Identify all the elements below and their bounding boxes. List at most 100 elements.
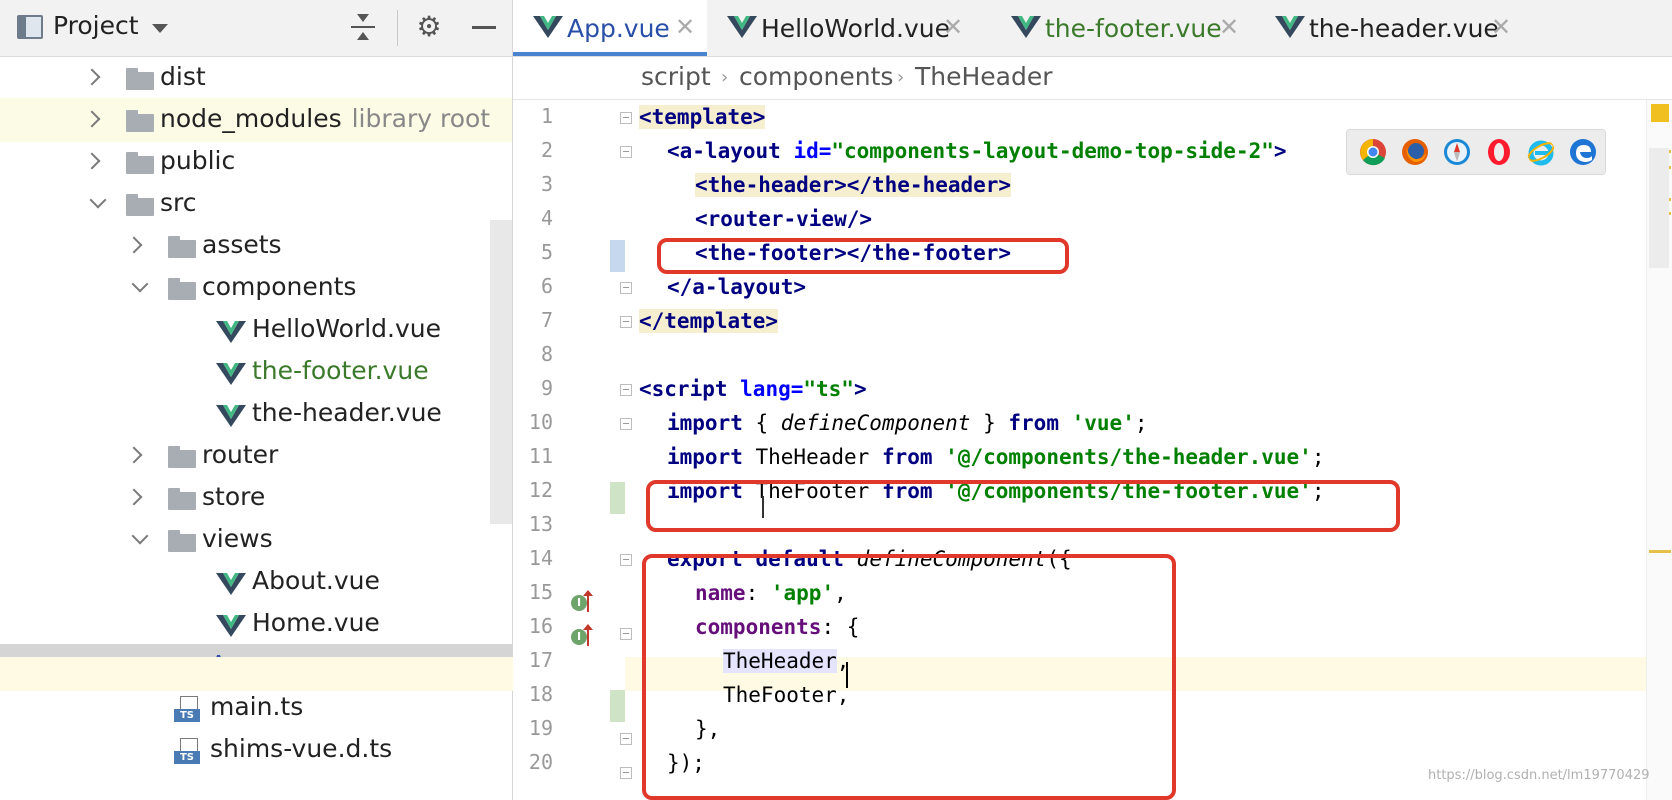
chevron-right-icon[interactable] <box>124 236 144 256</box>
tree-item-label: shims-vue.d.ts <box>210 734 393 763</box>
tree-item-about-vue[interactable]: About.vue <box>0 560 512 604</box>
code-token: lang= <box>740 377 804 401</box>
close-icon[interactable]: ✕ <box>1491 13 1511 41</box>
tree-item-the-header-vue[interactable]: the-header.vue <box>0 392 512 436</box>
chevron-right-icon[interactable] <box>124 488 144 508</box>
tree-item-components[interactable]: components <box>0 266 512 310</box>
code-token: { <box>742 411 781 435</box>
tab-label: the-footer.vue <box>1045 14 1222 43</box>
breadcrumb-item-theheader[interactable]: TheHeader <box>915 62 1053 91</box>
tree-item-router[interactable]: router <box>0 434 512 478</box>
line-number: 11 <box>528 444 553 468</box>
line-number: 7 <box>540 308 553 332</box>
close-icon[interactable]: ✕ <box>675 13 695 41</box>
chevron-down-icon[interactable] <box>88 194 108 214</box>
tree-item-helloworld-vue[interactable]: HelloWorld.vue <box>0 308 512 352</box>
tree-item-label: About.vue <box>252 566 380 595</box>
implements-icon[interactable]: I <box>571 595 587 611</box>
code-token: } <box>970 411 1009 435</box>
tab-app-vue[interactable]: App.vue ✕ <box>513 0 707 56</box>
tree-item-home-vue[interactable]: Home.vue <box>0 602 512 646</box>
chevron-right-icon: › <box>897 67 905 88</box>
chevron-right-icon[interactable] <box>82 152 102 172</box>
tree-item-label: node_modules <box>160 104 342 133</box>
editor-tab-bar: App.vue ✕ HelloWorld.vue ✕ the-footer.vu… <box>513 0 1672 57</box>
editor-scrollbar[interactable] <box>1646 100 1672 800</box>
tab-the-header-vue[interactable]: the-header.vue ✕ <box>1265 0 1525 56</box>
code-line-6: </a-layout> <box>667 270 806 304</box>
code-token: '@/components/the-header.vue' <box>945 445 1312 469</box>
tree-item-node-modules[interactable]: node_modules library root <box>0 98 512 142</box>
code-token: ; <box>1311 445 1325 469</box>
folder-icon <box>168 236 198 258</box>
chevron-down-icon[interactable] <box>130 530 150 550</box>
tree-item-label: dist <box>160 62 206 91</box>
tree-item-label: src <box>160 188 197 217</box>
implements-icon[interactable]: I <box>571 629 587 645</box>
project-scrollbar[interactable] <box>490 220 512 524</box>
close-icon[interactable]: ✕ <box>943 13 963 41</box>
chevron-right-icon[interactable] <box>82 110 102 130</box>
error-stripe-marker[interactable] <box>1649 550 1671 553</box>
line-number: 3 <box>540 172 553 196</box>
typescript-file-icon: TS <box>174 738 204 766</box>
chevron-right-icon[interactable] <box>82 68 102 88</box>
breadcrumb-item-script[interactable]: script <box>641 62 711 91</box>
minimize-icon[interactable] <box>470 12 500 42</box>
toolbar-divider <box>397 10 398 46</box>
code-line-9: <script lang="ts"> <box>639 372 867 406</box>
chevron-down-icon[interactable] <box>130 278 150 298</box>
inspection-status-icon[interactable] <box>1651 104 1669 122</box>
vue-file-icon <box>216 363 246 385</box>
tree-item-src[interactable]: src <box>0 182 512 226</box>
code-token: "components-layout-demo-top-side-2" <box>831 139 1274 163</box>
breadcrumb-item-components[interactable]: components <box>739 62 893 91</box>
chevron-down-icon[interactable] <box>152 24 168 33</box>
vcs-modified-marker[interactable] <box>610 240 625 272</box>
tree-item-shims-vue-d-ts[interactable]: TS shims-vue.d.ts <box>0 728 512 772</box>
line-number: 5 <box>540 240 553 264</box>
ie-icon[interactable] <box>1527 138 1555 166</box>
annotation-box-import-footer <box>646 480 1400 532</box>
code-line-3: <the-header></the-header> <box>695 168 1012 202</box>
tree-item-main-ts[interactable]: TS main.ts <box>0 686 512 730</box>
chevron-right-icon[interactable] <box>124 446 144 466</box>
code-token: <a-layout <box>667 139 794 163</box>
tree-item-views[interactable]: views <box>0 518 512 562</box>
vue-file-icon <box>216 573 246 595</box>
tree-item-label: components <box>202 272 357 301</box>
vue-file-icon <box>727 16 757 38</box>
close-icon[interactable]: ✕ <box>1219 13 1239 41</box>
vue-file-icon <box>216 405 246 427</box>
gear-icon[interactable]: ⚙ <box>414 12 444 42</box>
tree-item-dist[interactable]: dist <box>0 56 512 100</box>
chrome-icon[interactable] <box>1359 138 1387 166</box>
tree-item-label: main.ts <box>210 692 304 721</box>
tab-the-footer-vue[interactable]: the-footer.vue ✕ <box>1001 0 1251 56</box>
code-token: id= <box>793 139 832 163</box>
tree-item-store[interactable]: store <box>0 476 512 520</box>
tree-item-the-footer-vue[interactable]: the-footer.vue <box>0 350 512 394</box>
tree-item-label: router <box>202 440 279 469</box>
edge-icon[interactable] <box>1569 138 1597 166</box>
tree-item-label: Home.vue <box>252 608 380 637</box>
tree-item-label: assets <box>202 230 282 259</box>
tree-item-public[interactable]: public <box>0 140 512 184</box>
safari-icon[interactable] <box>1443 138 1471 166</box>
vcs-added-marker[interactable] <box>610 690 625 722</box>
tree-item-assets[interactable]: assets <box>0 224 512 268</box>
code-token: </the-header> <box>846 173 1012 197</box>
project-panel-title[interactable]: Project <box>53 11 139 40</box>
vcs-added-marker[interactable] <box>610 482 625 514</box>
collapse-all-icon[interactable] <box>348 12 378 42</box>
firefox-icon[interactable] <box>1401 138 1429 166</box>
tab-helloworld-vue[interactable]: HelloWorld.vue ✕ <box>717 0 973 56</box>
watermark-text: https://blog.csdn.net/lm19770429 <box>1428 768 1650 783</box>
scroll-thumb[interactable] <box>1649 148 1669 268</box>
tree-item-label: the-footer.vue <box>252 356 429 385</box>
library-root-label: library root <box>351 104 491 133</box>
line-number: 6 <box>540 274 553 298</box>
opera-icon[interactable] <box>1485 138 1513 166</box>
